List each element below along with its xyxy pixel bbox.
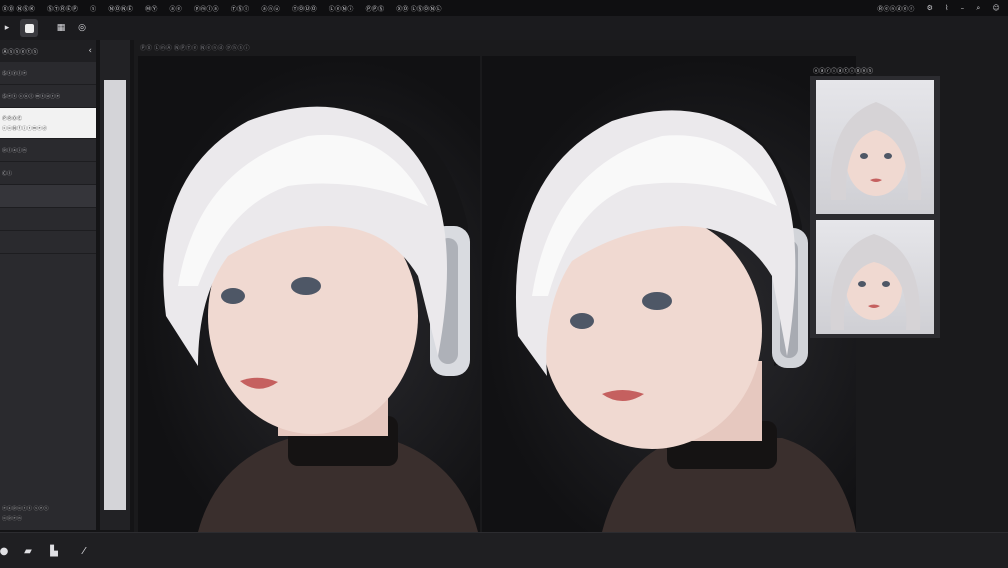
toolbar: ▸ ▦ ◎ — [0, 16, 1008, 40]
menu-bar: Ⓧ⓪ ⓃⓈⓀ ⓈⓉⓇⒺⓅ ⓢ ⓃⓄⓃⒺ ⓂⓎ ⓐⓔ ⓟⓜⓛⓐ ⓉⓈⓛ ⓐⓝⓤ Ⓣ… — [0, 0, 1008, 16]
portrait-illustration — [515, 110, 856, 532]
panel-row[interactable]: Ⓢⓔⓣ ⓒⓞⓛ ⓜⓣⓤⓡⓔ — [0, 85, 96, 108]
footer-line[interactable]: ⓞⓟⓔⓝ — [2, 514, 49, 524]
menubar-right-group: Ⓡⓔⓝⓓⓔⓡ ⚙ ⌇ – ⌕ ☺ — [877, 0, 1000, 16]
bottom-toolbar: ● ▰ ▙ ⁄ — [0, 532, 1008, 568]
menu-item-2[interactable]: ⓈⓉⓇⒺⓅ — [47, 4, 78, 13]
canvas-caption: ⓅⓍ ⓁⓜⒶ ⓃⓅⓉⓔ Ⓝⓔⓝⓓ ⓟⓗⓢⓘ — [140, 45, 250, 52]
menu-item-8[interactable]: ⓉⓈⓛ — [231, 4, 250, 13]
menu-item-5[interactable]: ⓂⓎ — [145, 4, 157, 13]
menu-item-6[interactable]: ⓐⓔ — [170, 4, 182, 13]
thumbnail-illustration — [830, 102, 922, 200]
brush-icon[interactable]: ⁄ — [76, 543, 92, 559]
menu-item-12[interactable]: ⓅⓅⓈ — [366, 4, 385, 13]
chat-icon[interactable]: ▰ — [20, 543, 36, 559]
menu-item-3[interactable]: ⓢ — [90, 4, 96, 13]
collapse-chevron-icon[interactable]: ‹ — [88, 46, 92, 56]
panel-row[interactable]: Ⓢⓣⓨⓛⓔ — [0, 62, 96, 85]
panel-row-selected[interactable]: ⓅⓇⓄⒺ ⓒⓞⓃⓕⓘⓡⓜⓔⓓ — [0, 108, 96, 139]
panel-row[interactable] — [0, 185, 96, 208]
variations-panel — [810, 76, 940, 338]
play-icon[interactable]: ▸ — [0, 19, 16, 37]
grid-icon[interactable]: ▦ — [52, 19, 70, 37]
user-icon[interactable]: ☺ — [993, 4, 1001, 12]
camera-icon[interactable]: ◎ — [73, 19, 91, 37]
selected-row-label: ⓅⓇⓄⒺ — [2, 115, 23, 122]
wifi-icon[interactable]: ⌇ — [945, 4, 949, 12]
render-label[interactable]: Ⓡⓔⓝⓓⓔⓡ — [877, 4, 914, 13]
variation-thumbnail[interactable] — [816, 220, 934, 334]
menu-item-1[interactable]: Ⓧ⓪ ⓃⓈⓀ — [2, 4, 35, 13]
select-icon[interactable]: ● — [0, 543, 12, 559]
portrait-image-left[interactable] — [138, 56, 480, 532]
scrollbar-thumb[interactable] — [104, 80, 126, 510]
settings-icon[interactable]: ⚙ — [927, 4, 933, 12]
portrait-illustration — [163, 106, 478, 532]
variations-label: ⓥⓐⓡⓘⓐⓣⓘⓞⓝⓢ — [813, 68, 874, 75]
minimize-icon[interactable]: – — [961, 4, 965, 12]
menu-item-13[interactable]: ⓍⓄ ⓁⓈⓄⓃⓁ — [396, 4, 442, 13]
menu-item-10[interactable]: ⓉⓄⓊⓄ — [292, 4, 317, 13]
menu-item-9[interactable]: ⓐⓝⓤ — [261, 4, 280, 13]
thumbnail-illustration — [830, 234, 921, 330]
variation-thumbnail[interactable] — [816, 80, 934, 214]
panel-row[interactable] — [0, 208, 96, 231]
square-icon[interactable] — [20, 19, 38, 37]
layers-panel: Ⓐⓢⓢⓔⓣⓢ ‹ Ⓢⓣⓨⓛⓔ Ⓢⓔⓣ ⓒⓞⓛ ⓜⓣⓤⓡⓔ ⓅⓇⓄⒺ ⓒⓞⓃⓕⓘⓡ… — [0, 40, 96, 530]
selected-row-sublabel: ⓒⓞⓃⓕⓘⓡⓜⓔⓓ — [2, 125, 48, 132]
library-icon[interactable]: ▙ — [46, 543, 62, 559]
search-icon[interactable]: ⌕ — [976, 4, 980, 13]
panel-footer: ⓔⓧⓟⓞⓡⓣ ⓢⓔⓣ ⓞⓟⓔⓝ — [2, 504, 49, 524]
footer-line[interactable]: ⓔⓧⓟⓞⓡⓣ ⓢⓔⓣ — [2, 504, 49, 514]
panel-row[interactable]: ⓟⓛⓐⓘⓝ — [0, 139, 96, 162]
panel-row[interactable]: Ⓒⓛ — [0, 162, 96, 185]
panel-title: Ⓐⓢⓢⓔⓣⓢ — [2, 48, 39, 56]
menu-item-11[interactable]: ⓁⓔⓃⓘ — [329, 4, 354, 13]
panel-row[interactable] — [0, 231, 96, 254]
panel-header: Ⓐⓢⓢⓔⓣⓢ ‹ — [0, 40, 96, 62]
menu-item-4[interactable]: ⓃⓄⓃⒺ — [108, 4, 133, 13]
portrait-image-right[interactable] — [482, 56, 856, 532]
menu-item-7[interactable]: ⓟⓜⓛⓐ — [194, 4, 219, 13]
